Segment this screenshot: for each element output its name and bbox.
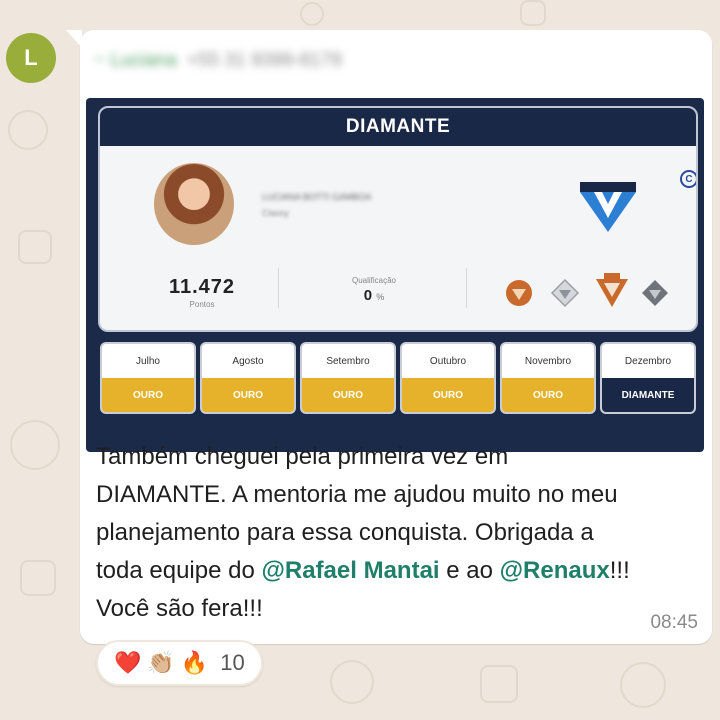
- message-fragment: toda equipe do: [96, 557, 262, 584]
- attached-photo[interactable]: DIAMANTE LUCIANA BOTTI GAMBOA Classy C 1…: [86, 98, 704, 452]
- month-card: Dezembro DIAMANTE: [600, 342, 696, 414]
- sender-info[interactable]: ~ Luciana +55 31 9399-8179: [94, 50, 342, 72]
- wallpaper-doodle: [18, 230, 52, 264]
- wallpaper-doodle: [8, 110, 48, 150]
- points-block: 11.472 Pontos: [152, 276, 252, 309]
- silver-diamond-badge-icon: [550, 278, 580, 308]
- message-line: planejamento para essa conquista. Obriga…: [96, 519, 594, 546]
- wallpaper-doodle: [10, 420, 60, 470]
- wallpaper-doodle: [300, 2, 324, 26]
- copyright-icon: C: [680, 170, 696, 188]
- wallpaper-doodle: [480, 665, 518, 703]
- divider: [466, 268, 467, 308]
- month-level: OURO: [202, 378, 294, 412]
- red-heart-icon: ❤️: [114, 650, 142, 675]
- wallpaper-doodle: [20, 560, 56, 596]
- qualification-value: 0 %: [334, 287, 414, 304]
- month-name: Outubro: [429, 355, 467, 367]
- divider: [278, 268, 279, 308]
- qualification-unit: %: [376, 292, 385, 302]
- p2v-diamond-badge-icon: [596, 273, 628, 307]
- mention-renaux[interactable]: @Renaux: [500, 557, 610, 584]
- rank-card: DIAMANTE LUCIANA BOTTI GAMBOA Classy C 1…: [98, 106, 698, 332]
- qualification-block: Qualificação 0 %: [334, 276, 414, 304]
- message-line: Também cheguei pela primeira vez em: [96, 443, 509, 470]
- message-text: Também cheguei pela primeira vez em DIAM…: [96, 438, 696, 628]
- wallpaper-doodle: [520, 0, 546, 26]
- month-level: OURO: [102, 378, 194, 412]
- month-level: DIAMANTE: [602, 378, 694, 412]
- clapping-hands-icon: 👏🏼: [147, 650, 175, 675]
- gray-diamond-badge-icon: [642, 280, 668, 306]
- message-line: DIAMANTE. A mentoria me ajudou muito no …: [96, 481, 618, 508]
- rank-title: DIAMANTE: [100, 108, 696, 146]
- wallpaper-doodle: [620, 662, 666, 708]
- reactions-bar[interactable]: ❤️ 👏🏼 🔥 10: [96, 640, 263, 686]
- mention-rafael[interactable]: @Rafael Mantai: [261, 557, 439, 584]
- qualification-number: 0: [363, 287, 373, 304]
- bronze-badge-icon: [506, 280, 532, 306]
- user-subtitle: Classy: [262, 208, 290, 218]
- month-card: Outubro OURO: [400, 342, 496, 414]
- month-card: Julho OURO: [100, 342, 196, 414]
- wallpaper-doodle: [330, 660, 374, 704]
- sender-name: ~ Luciana: [94, 50, 177, 71]
- month-name: Agosto: [232, 355, 264, 367]
- sender-avatar[interactable]: L: [6, 33, 56, 83]
- fire-icon: 🔥: [180, 650, 209, 675]
- month-name: Setembro: [326, 355, 370, 367]
- monthly-ranks: Julho OURO Agosto OURO Setembro OURO Out…: [100, 342, 696, 414]
- message-timestamp: 08:45: [650, 612, 698, 633]
- month-card: Agosto OURO: [200, 342, 296, 414]
- month-name: Julho: [136, 355, 160, 367]
- month-level: OURO: [502, 378, 594, 412]
- message-line: toda equipe do @Rafael Mantai e ao @Rena…: [96, 552, 696, 590]
- points-label: Pontos: [189, 300, 215, 309]
- month-card: Setembro OURO: [300, 342, 396, 414]
- user-name: LUCIANA BOTTI GAMBOA: [262, 192, 372, 202]
- month-level: OURO: [302, 378, 394, 412]
- month-level: OURO: [402, 378, 494, 412]
- month-name: Novembro: [524, 355, 572, 367]
- qualification-label: Qualificação: [351, 276, 397, 285]
- month-name: Dezembro: [624, 355, 672, 367]
- reaction-count: 10: [220, 650, 245, 675]
- points-value: 11.472: [168, 276, 236, 298]
- diamond-rank-icon: [580, 182, 636, 232]
- profile-photo: [154, 163, 234, 245]
- message-bubble[interactable]: ~ Luciana +55 31 9399-8179 DIAMANTE LUCIA…: [80, 30, 712, 644]
- sender-phone: +55 31 9399-8179: [186, 50, 342, 71]
- message-fragment: e ao: [439, 557, 500, 584]
- month-card: Novembro OURO: [500, 342, 596, 414]
- message-line: Você são fera!!!: [96, 595, 263, 622]
- message-fragment: !!!: [609, 557, 630, 584]
